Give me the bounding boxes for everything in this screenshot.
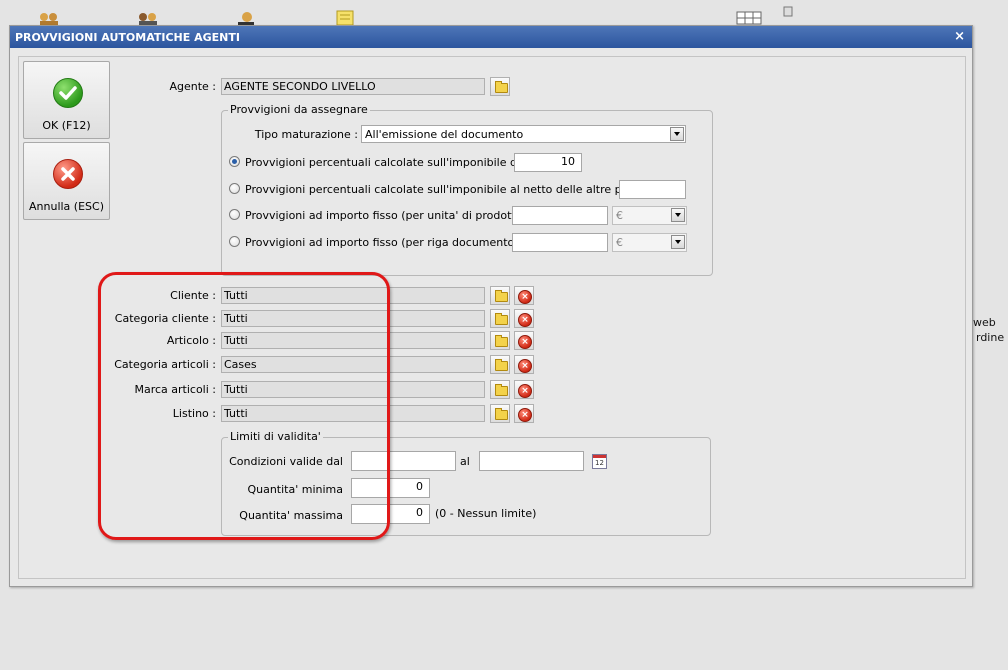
close-icon[interactable]: × xyxy=(954,29,965,44)
check-icon xyxy=(53,78,83,108)
valid-to-input[interactable] xyxy=(479,451,584,471)
min-qty-label: Quantita' minima xyxy=(247,483,343,496)
dialog-title-bar: PROVVIGIONI AUTOMATICHE AGENTI × xyxy=(10,26,972,48)
fixed-line-input[interactable] xyxy=(512,233,608,252)
accrual-type-value: All'emissione del documento xyxy=(365,128,524,141)
ok-button[interactable]: OK (F12) xyxy=(23,61,110,139)
customer-clear-button[interactable]: × xyxy=(514,286,534,305)
folder-icon xyxy=(495,335,508,347)
max-qty-note: (0 - Nessun limite) xyxy=(435,507,537,520)
valid-from-label: Condizioni valide dal xyxy=(229,455,343,468)
clear-icon: × xyxy=(518,408,532,422)
folder-icon xyxy=(495,359,508,371)
customer-category-browse-button[interactable] xyxy=(490,309,510,328)
radio-percent-net-label: Provvigioni percentuali calcolate sull'i… xyxy=(245,183,676,196)
article-category-label: Categoria articoli : xyxy=(114,358,216,371)
chevron-down-icon[interactable] xyxy=(671,235,685,249)
brand-field[interactable]: Tutti xyxy=(221,381,485,398)
radio-percent-line[interactable] xyxy=(229,156,240,167)
background-text-fragment: web xyxy=(973,316,996,329)
clear-icon: × xyxy=(518,313,532,327)
price-list-field[interactable]: Tutti xyxy=(221,405,485,422)
calendar-button[interactable]: 12 xyxy=(590,452,608,470)
folder-icon xyxy=(495,313,508,325)
customer-browse-button[interactable] xyxy=(490,286,510,305)
clear-icon: × xyxy=(518,290,532,304)
cancel-button[interactable]: Annulla (ESC) xyxy=(23,142,110,220)
agent-field[interactable]: AGENTE SECONDO LIVELLO xyxy=(221,78,485,95)
radio-percent-line-label: Provvigioni percentuali calcolate sull'i… xyxy=(245,156,545,169)
article-clear-button[interactable]: × xyxy=(514,331,534,350)
agent-label: Agente : xyxy=(169,80,216,93)
article-category-field[interactable]: Cases xyxy=(221,356,485,373)
chevron-down-icon[interactable] xyxy=(671,208,685,222)
accrual-type-label: Tipo maturazione : xyxy=(254,128,358,141)
commissions-group-title: Provvigioni da assegnare xyxy=(228,103,370,116)
article-field[interactable]: Tutti xyxy=(221,332,485,349)
fixed-unit-input[interactable] xyxy=(512,206,608,225)
dialog-title: PROVVIGIONI AUTOMATICHE AGENTI xyxy=(15,31,240,44)
cancel-icon xyxy=(53,159,83,189)
article-category-clear-button[interactable]: × xyxy=(514,355,534,374)
fixed-unit-currency-value: € xyxy=(616,209,623,222)
max-qty-input[interactable]: 0 xyxy=(351,504,430,524)
percent-line-input[interactable]: 10 xyxy=(514,153,582,172)
customer-field[interactable]: Tutti xyxy=(221,287,485,304)
folder-icon xyxy=(495,384,508,396)
background-tool-icon xyxy=(780,5,802,19)
article-category-browse-button[interactable] xyxy=(490,355,510,374)
brand-browse-button[interactable] xyxy=(490,380,510,399)
fixed-unit-currency-select[interactable]: € xyxy=(612,206,687,225)
clear-icon: × xyxy=(518,335,532,349)
cancel-button-label: Annulla (ESC) xyxy=(29,200,104,213)
background-notes-icon xyxy=(334,10,356,26)
chevron-down-icon[interactable] xyxy=(670,127,684,141)
accrual-type-select[interactable]: All'emissione del documento xyxy=(361,125,686,143)
fixed-line-currency-value: € xyxy=(616,236,623,249)
folder-icon xyxy=(495,408,508,420)
customer-category-clear-button[interactable]: × xyxy=(514,309,534,328)
brand-label: Marca articoli : xyxy=(134,383,216,396)
radio-fixed-line-label: Provvigioni ad importo fisso (per riga d… xyxy=(245,236,519,249)
customer-label: Cliente : xyxy=(170,289,216,302)
background-text-fragment: rdine xyxy=(976,331,1005,344)
calendar-day: 12 xyxy=(595,459,604,467)
calendar-icon: 12 xyxy=(592,454,607,469)
customer-category-field[interactable]: Tutti xyxy=(221,310,485,327)
clear-icon: × xyxy=(518,384,532,398)
folder-icon xyxy=(495,290,508,302)
background-contacts-icon xyxy=(137,12,159,26)
background-agent-icon xyxy=(234,12,256,26)
customer-category-label: Categoria cliente : xyxy=(114,312,216,325)
radio-percent-net[interactable] xyxy=(229,183,240,194)
fixed-line-currency-select[interactable]: € xyxy=(612,233,687,252)
validity-group-title: Limiti di validita' xyxy=(228,430,323,443)
radio-fixed-line[interactable] xyxy=(229,236,240,247)
article-label: Articolo : xyxy=(166,334,216,347)
brand-clear-button[interactable]: × xyxy=(514,380,534,399)
folder-icon xyxy=(495,81,508,93)
article-browse-button[interactable] xyxy=(490,331,510,350)
agent-browse-button[interactable] xyxy=(490,77,510,96)
price-list-browse-button[interactable] xyxy=(490,404,510,423)
price-list-clear-button[interactable]: × xyxy=(514,404,534,423)
percent-net-input[interactable] xyxy=(619,180,686,199)
background-users-icon xyxy=(38,12,60,26)
price-list-label: Listino : xyxy=(172,407,216,420)
ok-button-label: OK (F12) xyxy=(42,119,91,132)
valid-from-input[interactable] xyxy=(351,451,456,471)
clear-icon: × xyxy=(518,359,532,373)
valid-to-label: al xyxy=(460,455,470,468)
min-qty-input[interactable]: 0 xyxy=(351,478,430,498)
background-grid-icon xyxy=(736,11,762,25)
radio-fixed-unit-label: Provvigioni ad importo fisso (per unita'… xyxy=(245,209,527,222)
radio-fixed-unit[interactable] xyxy=(229,209,240,220)
max-qty-label: Quantita' massima xyxy=(239,509,343,522)
